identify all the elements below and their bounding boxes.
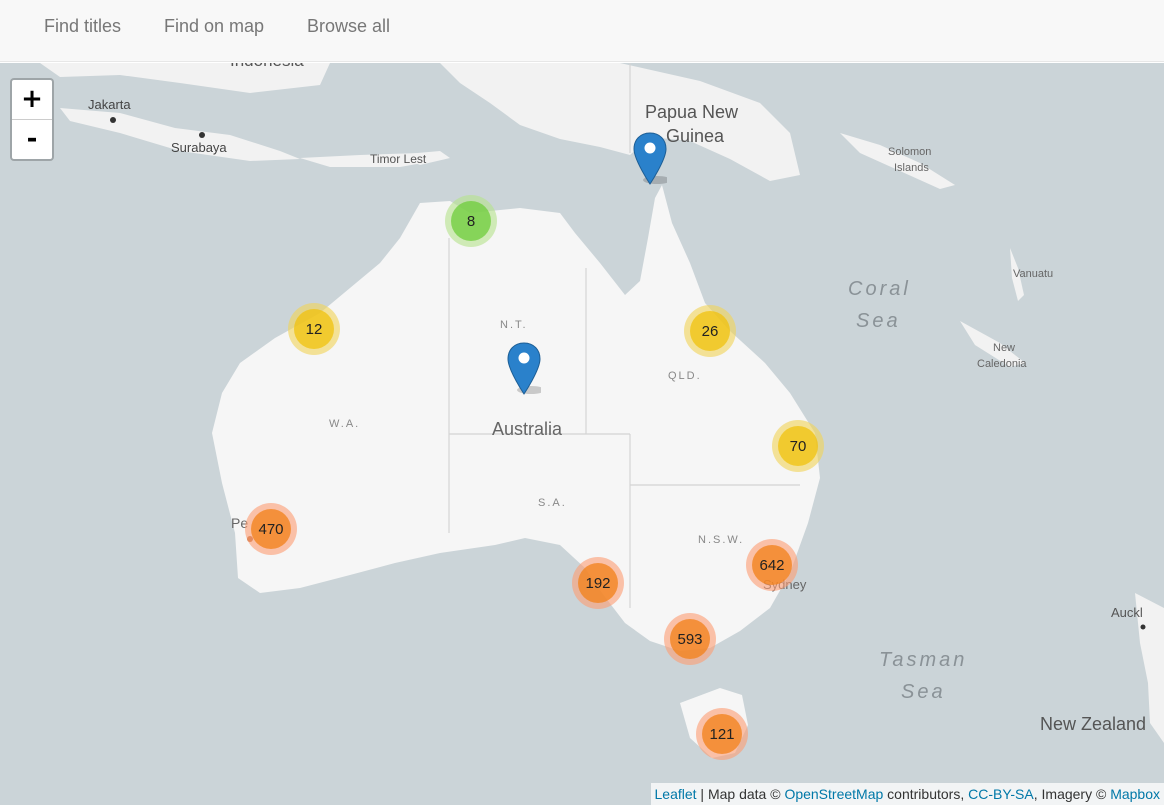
cluster-count: 26 (690, 311, 730, 351)
marker-cluster[interactable]: 593 (664, 613, 716, 665)
cluster-count: 70 (778, 426, 818, 466)
nav-find-on-map[interactable]: Find on map (164, 15, 264, 37)
marker-cluster[interactable]: 470 (245, 503, 297, 555)
license-link[interactable]: CC-BY-SA (968, 786, 1034, 802)
marker-cluster[interactable]: 192 (572, 557, 624, 609)
cluster-count: 470 (251, 509, 291, 549)
map-marker-pin-icon[interactable] (507, 342, 541, 396)
zoom-in-button[interactable]: + (12, 80, 52, 120)
attribution-text: | Map data © (696, 786, 785, 802)
cluster-count: 121 (702, 714, 742, 754)
cluster-count: 593 (670, 619, 710, 659)
cluster-count: 642 (752, 545, 792, 585)
attribution-text: , Imagery © (1033, 786, 1111, 802)
map-base-tiles (0, 63, 1164, 805)
marker-cluster[interactable]: 26 (684, 305, 736, 357)
nav-browse-all[interactable]: Browse all (307, 15, 390, 37)
navbar: Find titles Find on map Browse all (0, 0, 1164, 62)
marker-cluster[interactable]: 121 (696, 708, 748, 760)
cluster-count: 12 (294, 309, 334, 349)
cluster-count: 8 (451, 201, 491, 241)
marker-cluster[interactable]: 12 (288, 303, 340, 355)
marker-cluster[interactable]: 642 (746, 539, 798, 591)
mapbox-link[interactable]: Mapbox (1110, 786, 1160, 802)
openstreetmap-link[interactable]: OpenStreetMap (784, 786, 883, 802)
marker-cluster[interactable]: 8 (445, 195, 497, 247)
zoom-out-button[interactable]: - (12, 120, 52, 159)
cluster-count: 192 (578, 563, 618, 603)
map-container[interactable]: Indonesia Jakarta Surabaya Timor Lest Pa… (0, 63, 1164, 805)
map-attribution: Leaflet | Map data © OpenStreetMap contr… (650, 783, 1164, 805)
leaflet-link[interactable]: Leaflet (655, 786, 697, 802)
nav-find-titles[interactable]: Find titles (44, 15, 121, 37)
zoom-control: + - (10, 78, 54, 161)
attribution-text: contributors, (883, 786, 969, 802)
marker-cluster[interactable]: 70 (772, 420, 824, 472)
map-marker-pin-icon[interactable] (633, 132, 667, 186)
